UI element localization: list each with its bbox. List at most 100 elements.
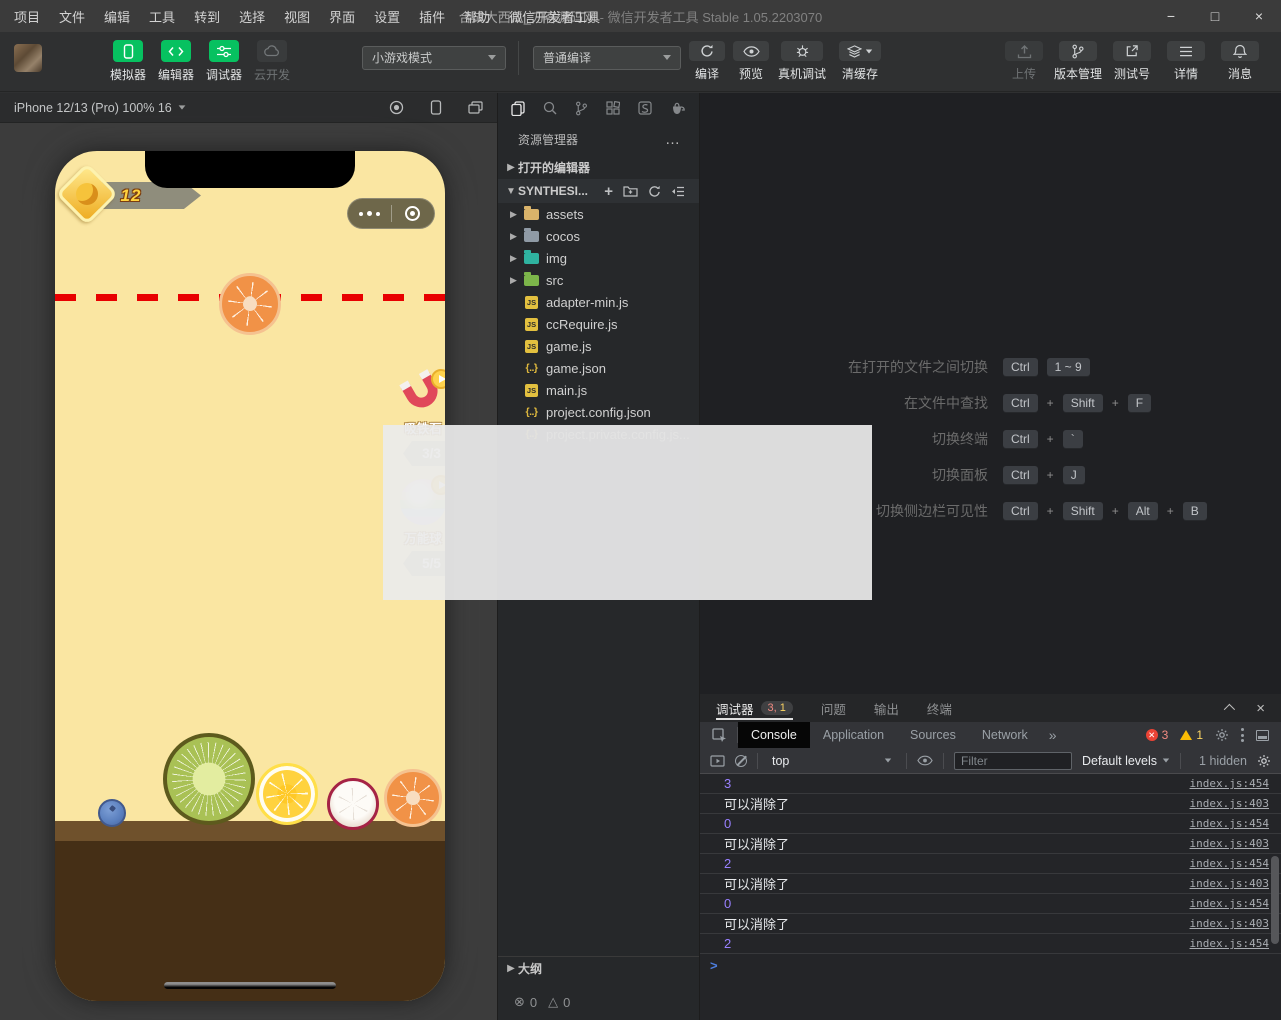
clear-console-icon[interactable] (735, 755, 747, 767)
debugger-mode-button[interactable]: 调试器 (200, 40, 248, 83)
tree-item[interactable]: ▶ JS{..} game.json (498, 357, 699, 379)
search-icon[interactable] (543, 101, 557, 115)
compile-button[interactable]: 编译 (685, 41, 729, 82)
menu-item[interactable]: 工具 (149, 7, 175, 26)
source-link[interactable]: index.js:403 (1190, 877, 1269, 890)
upload-button[interactable]: 上传 (997, 41, 1051, 82)
more-actions-icon[interactable]: … (665, 131, 681, 148)
tree-item[interactable]: ▶ JS{..} cocos (498, 225, 699, 247)
game-mode-select[interactable]: 小游戏模式 (362, 46, 506, 70)
show-sidebar-icon[interactable] (710, 755, 725, 767)
menu-item[interactable]: 选择 (239, 7, 265, 26)
source-link[interactable]: index.js:403 (1190, 837, 1269, 850)
devtools-tab[interactable]: Application (810, 722, 897, 748)
hidden-count[interactable]: 1 hidden (1199, 754, 1247, 768)
menu-item[interactable]: 文件 (59, 7, 85, 26)
package-icon[interactable] (638, 101, 652, 115)
messages-button[interactable]: 消息 (1213, 41, 1267, 82)
context-select[interactable]: top (768, 754, 896, 768)
device-select[interactable]: iPhone 12/13 (Pro) 100% 16 (14, 101, 186, 115)
home-indicator[interactable] (164, 982, 336, 989)
menu-item[interactable]: 插件 (419, 7, 445, 26)
new-folder-icon[interactable] (623, 185, 638, 197)
clear-cache-button[interactable]: 清缓存 (831, 41, 889, 82)
dock-side-icon[interactable] (1256, 730, 1269, 741)
source-link[interactable]: index.js:454 (1190, 857, 1269, 870)
preview-button[interactable]: 预览 (729, 41, 773, 82)
console-settings-gear-icon[interactable] (1257, 754, 1271, 768)
console-log-row[interactable]: 可以消除了 index.js:403 (700, 794, 1281, 814)
new-file-icon[interactable]: + (604, 184, 613, 199)
source-link[interactable]: index.js:403 (1190, 797, 1269, 810)
open-editors-section[interactable]: ▶ 打开的编辑器 (498, 155, 699, 179)
live-expression-eye-icon[interactable] (917, 755, 933, 766)
problems-status[interactable]: ⊗ 0 △ 0 (498, 994, 699, 1010)
scrollbar-thumb[interactable] (1271, 856, 1279, 944)
tree-item[interactable]: ▶ JS{..} adapter-min.js (498, 291, 699, 313)
console-log-row[interactable]: 0 index.js:454 (700, 894, 1281, 914)
editor-mode-button[interactable]: 编辑器 (152, 40, 200, 83)
console-log-row[interactable]: 0 index.js:454 (700, 814, 1281, 834)
menu-item[interactable]: 微信开发者工具 (509, 7, 600, 26)
tree-item[interactable]: ▶ JS{..} main.js (498, 379, 699, 401)
record-icon[interactable] (389, 100, 404, 115)
source-link[interactable]: index.js:454 (1190, 897, 1269, 910)
tree-item[interactable]: ▶ JS{..} game.js (498, 335, 699, 357)
close-button[interactable]: × (1237, 0, 1281, 32)
console-log-row[interactable]: 2 index.js:454 (700, 934, 1281, 954)
project-section[interactable]: ▼ SYNTHESI... + (498, 179, 699, 203)
panel-tab[interactable]: 问题 (821, 694, 846, 722)
refresh-icon[interactable] (648, 185, 661, 198)
user-avatar[interactable] (14, 44, 42, 72)
menu-item[interactable]: 编辑 (104, 7, 130, 26)
more-dots-icon[interactable] (348, 211, 391, 216)
source-link[interactable]: index.js:403 (1190, 917, 1269, 930)
device-icon[interactable] (430, 100, 442, 115)
menu-item[interactable]: 设置 (374, 7, 400, 26)
exit-target-icon[interactable] (392, 206, 435, 221)
tab-console[interactable]: Console (738, 722, 810, 748)
menu-item[interactable]: 界面 (329, 7, 355, 26)
tree-item[interactable]: ▶ JS{..} src (498, 269, 699, 291)
minimize-button[interactable]: − (1149, 0, 1193, 32)
console-log-row[interactable]: 3 index.js:454 (700, 774, 1281, 794)
tea-icon[interactable] (670, 102, 686, 115)
source-link[interactable]: index.js:454 (1190, 777, 1269, 790)
tree-item[interactable]: ▶ JS{..} img (498, 247, 699, 269)
more-tabs-icon[interactable]: » (1041, 727, 1065, 743)
source-control-icon[interactable] (575, 101, 588, 116)
outline-section[interactable]: ▶ 大纲 (498, 956, 699, 980)
panel-tab[interactable]: 终端 (927, 694, 952, 722)
compile-mode-select[interactable]: 普通编译 (533, 46, 681, 70)
source-link[interactable]: index.js:454 (1190, 817, 1269, 830)
error-count[interactable]: 3 (1162, 728, 1169, 742)
console-log-row[interactable]: 2 index.js:454 (700, 854, 1281, 874)
menu-item[interactable]: 帮助 (464, 7, 490, 26)
test-account-button[interactable]: 测试号 (1105, 41, 1159, 82)
devtools-tab[interactable]: Sources (897, 722, 969, 748)
kebab-menu-icon[interactable] (1241, 728, 1244, 742)
simulator-mode-button[interactable]: 模拟器 (104, 40, 152, 83)
console-log-row[interactable]: 可以消除了 index.js:403 (700, 914, 1281, 934)
menu-item[interactable]: 转到 (194, 7, 220, 26)
chevron-up-icon[interactable] (1224, 704, 1235, 715)
tree-item[interactable]: ▶ JS{..} ccRequire.js (498, 313, 699, 335)
source-link[interactable]: index.js:454 (1190, 937, 1269, 950)
version-control-button[interactable]: 版本管理 (1051, 41, 1105, 82)
console-log-row[interactable]: 可以消除了 index.js:403 (700, 874, 1281, 894)
console-prompt[interactable]: > (700, 954, 1281, 976)
menu-item[interactable]: 项目 (14, 7, 40, 26)
current-fruit-orange[interactable] (219, 273, 281, 335)
windows-icon[interactable] (468, 101, 483, 114)
panel-tab[interactable]: 输出 (874, 694, 899, 722)
inspect-icon[interactable] (700, 728, 737, 742)
close-panel-icon[interactable]: × (1256, 700, 1265, 717)
tree-item[interactable]: ▶ JS{..} assets (498, 203, 699, 225)
files-icon[interactable] (511, 101, 525, 116)
maximize-button[interactable]: □ (1193, 0, 1237, 32)
settings-gear-icon[interactable] (1215, 728, 1229, 742)
menu-item[interactable]: 视图 (284, 7, 310, 26)
remote-debug-button[interactable]: 真机调试 (773, 41, 831, 82)
console-filter-input[interactable] (954, 752, 1072, 770)
warning-count[interactable]: 1 (1196, 728, 1203, 742)
